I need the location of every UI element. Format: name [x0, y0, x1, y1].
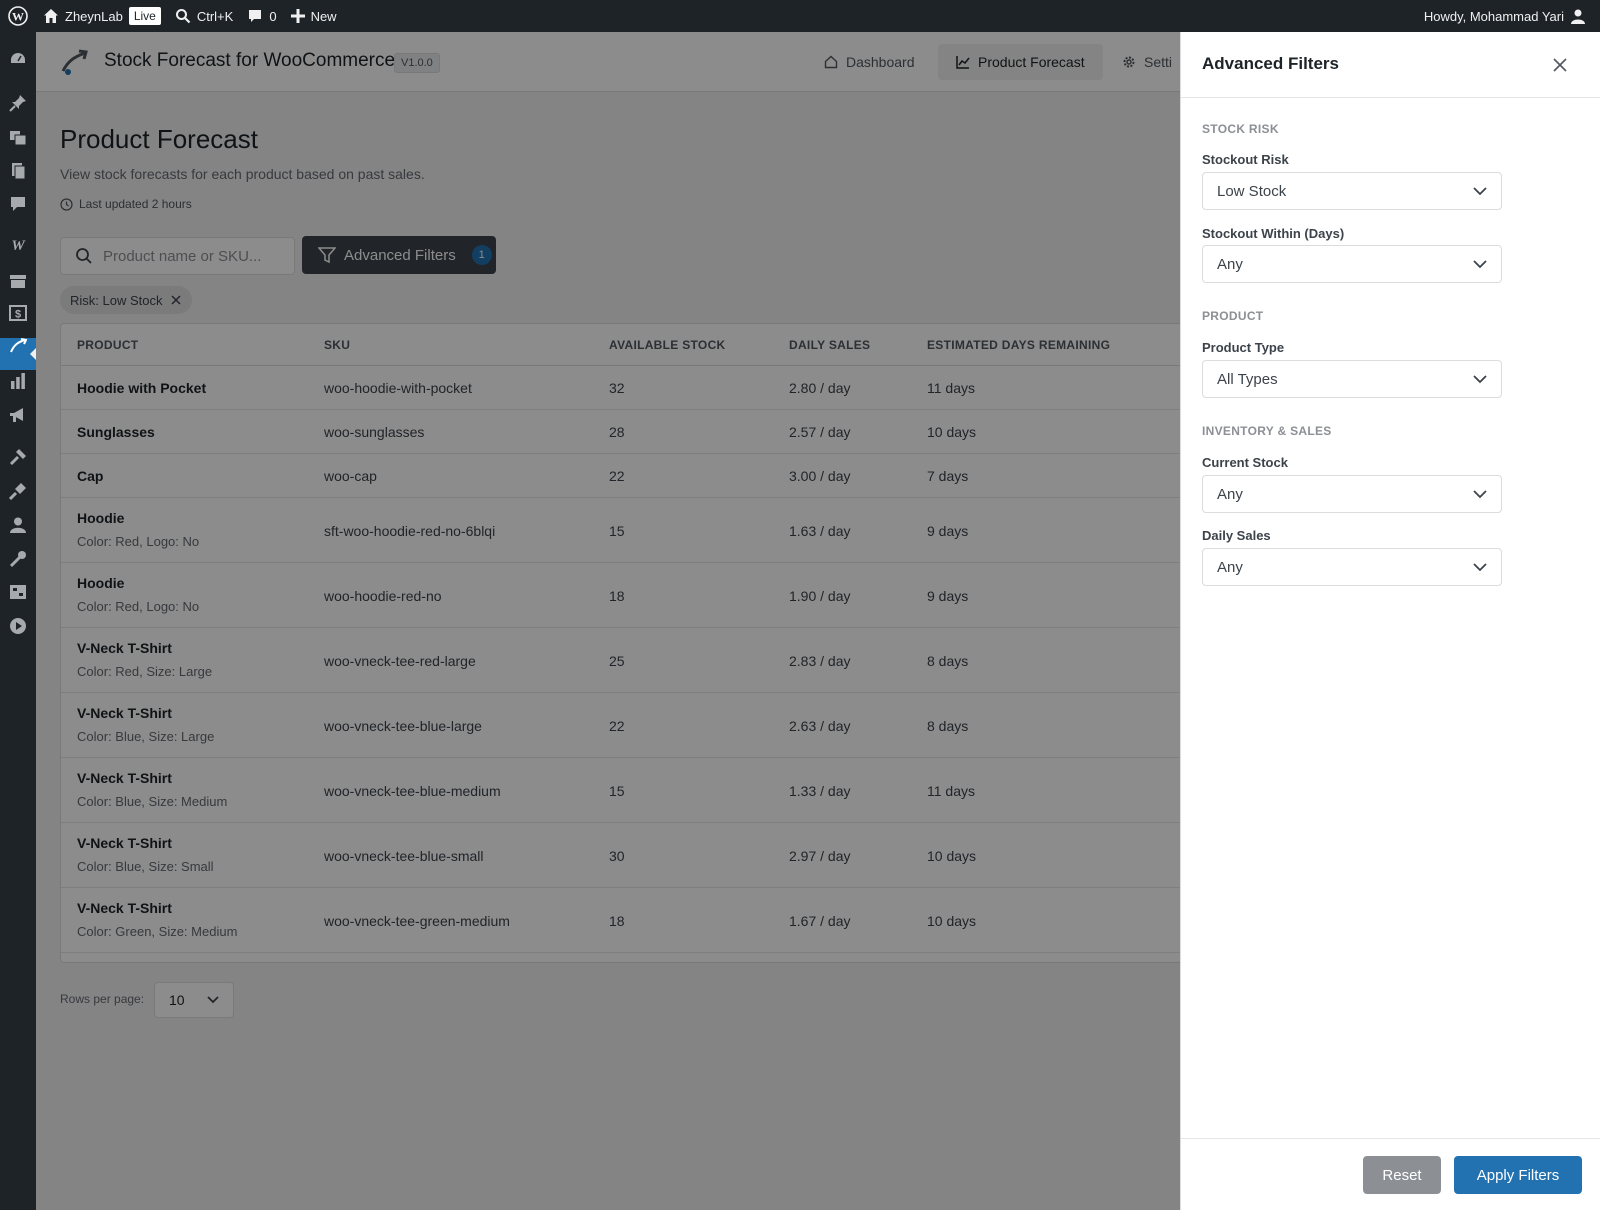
- stockout-within-label: Stockout Within (Days): [1202, 226, 1345, 241]
- admin-sidebar: W $: [0, 32, 36, 1210]
- search-shortcut: Ctrl+K: [196, 8, 234, 24]
- svg-text:W: W: [12, 10, 24, 24]
- home-icon: [44, 9, 58, 23]
- reset-button[interactable]: Reset: [1363, 1156, 1441, 1194]
- stockout-within-select[interactable]: Any: [1202, 245, 1502, 283]
- comments-count: 0: [269, 8, 277, 24]
- section-inventory-sales: INVENTORY & SALES: [1202, 424, 1332, 438]
- apply-filters-button[interactable]: Apply Filters: [1454, 1156, 1582, 1194]
- live-badge: Live: [128, 7, 161, 25]
- section-stock-risk: STOCK RISK: [1202, 122, 1279, 136]
- drawer-header: Advanced Filters: [1181, 32, 1600, 98]
- chevron-down-icon: [1473, 562, 1487, 571]
- play-icon[interactable]: [8, 616, 28, 636]
- user-avatar-icon: [1571, 9, 1585, 24]
- appearance-icon[interactable]: [8, 447, 28, 467]
- daily-sales-select[interactable]: Any: [1202, 548, 1502, 586]
- products-icon[interactable]: [8, 271, 28, 291]
- users-icon[interactable]: [8, 515, 28, 535]
- pages-icon[interactable]: [8, 161, 28, 181]
- section-product: PRODUCT: [1202, 309, 1264, 323]
- user-greeting: Howdy, Mohammad Yari: [1423, 8, 1564, 24]
- pin-icon[interactable]: [8, 93, 28, 113]
- settings-icon[interactable]: [8, 582, 28, 602]
- analytics-icon[interactable]: [8, 371, 28, 391]
- current-stock-select[interactable]: Any: [1202, 475, 1502, 513]
- current-stock-value: Any: [1217, 485, 1243, 503]
- plugins-icon[interactable]: [8, 481, 28, 501]
- media-icon[interactable]: [8, 127, 28, 147]
- dashboard-icon[interactable]: [8, 49, 28, 69]
- svg-text:W: W: [11, 238, 26, 253]
- chevron-down-icon: [1473, 186, 1487, 195]
- site-name: ZheynLab: [65, 8, 123, 24]
- chevron-down-icon: [1473, 374, 1487, 383]
- chevron-down-icon: [1473, 259, 1487, 268]
- search-icon: [175, 9, 191, 24]
- command-search-button[interactable]: Ctrl+K: [168, 0, 240, 32]
- stockout-within-value: Any: [1217, 255, 1243, 273]
- modal-backdrop[interactable]: [36, 32, 1180, 1210]
- stockout-risk-select[interactable]: Low Stock: [1202, 172, 1502, 210]
- drawer-title: Advanced Filters: [1202, 54, 1339, 73]
- tools-icon[interactable]: [8, 549, 28, 569]
- admin-bar: W ZheynLab Live Ctrl+K 0 New Howdy, Moha…: [0, 0, 1600, 32]
- wordpress-logo-icon[interactable]: W: [0, 0, 36, 32]
- comments-icon[interactable]: [8, 194, 28, 214]
- advanced-filters-drawer: Advanced Filters STOCK RISK Stockout Ris…: [1180, 32, 1600, 1210]
- woocommerce-icon[interactable]: W: [8, 235, 28, 255]
- stockout-risk-value: Low Stock: [1217, 182, 1287, 200]
- svg-text:$: $: [15, 309, 21, 321]
- current-stock-label: Current Stock: [1202, 455, 1288, 470]
- stock-forecast-icon[interactable]: [8, 336, 28, 356]
- comment-bubble-icon: [249, 10, 262, 22]
- product-type-label: Product Type: [1202, 340, 1285, 355]
- daily-sales-label: Daily Sales: [1202, 528, 1271, 543]
- chevron-down-icon: [1473, 489, 1487, 498]
- product-type-value: All Types: [1217, 370, 1278, 388]
- comments-link[interactable]: 0: [240, 0, 283, 32]
- plus-icon: [290, 9, 305, 23]
- user-account-menu[interactable]: Howdy, Mohammad Yari: [1417, 0, 1600, 32]
- daily-sales-value: Any: [1217, 558, 1243, 576]
- new-content-button[interactable]: New: [284, 0, 344, 32]
- site-name-link[interactable]: ZheynLab Live: [36, 0, 168, 32]
- new-label: New: [310, 8, 337, 24]
- product-type-select[interactable]: All Types: [1202, 360, 1502, 398]
- marketing-icon[interactable]: [8, 405, 28, 425]
- payments-icon[interactable]: $: [8, 303, 28, 323]
- close-icon[interactable]: [1549, 54, 1571, 76]
- drawer-footer: Reset Apply Filters: [1181, 1138, 1600, 1210]
- stockout-risk-label: Stockout Risk: [1202, 152, 1289, 167]
